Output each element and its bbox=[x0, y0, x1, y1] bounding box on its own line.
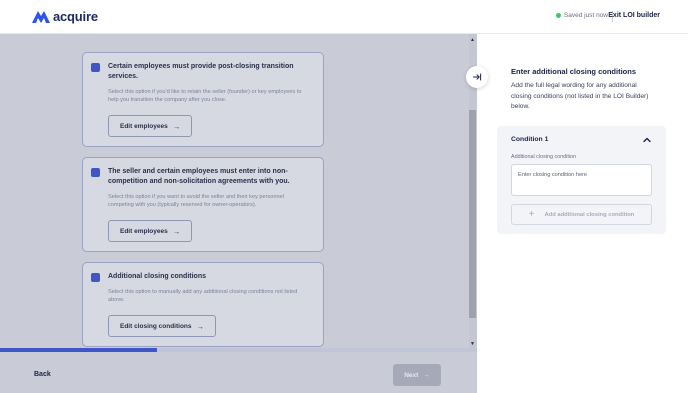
condition-card: Condition 1 Additional closing condition… bbox=[497, 126, 666, 234]
add-condition-button[interactable]: + Add additional closing condition bbox=[511, 204, 652, 225]
plus-icon: + bbox=[528, 209, 535, 220]
closing-condition-input[interactable] bbox=[511, 164, 652, 196]
logo-text: acquire bbox=[53, 9, 98, 24]
back-button[interactable]: Back bbox=[34, 371, 51, 378]
edit-employees-label: Edit employees bbox=[120, 227, 168, 235]
exit-loi-builder-link[interactable]: Exit LOI builder bbox=[608, 12, 660, 19]
next-button-label: Next bbox=[404, 371, 419, 379]
option-title: The seller and certain employees must en… bbox=[108, 168, 290, 185]
arrow-right-icon: → bbox=[172, 121, 181, 131]
collapse-panel-button[interactable] bbox=[466, 66, 488, 88]
condition-option-card[interactable]: The seller and certain employees must en… bbox=[82, 157, 324, 252]
scroll-up-arrow-icon[interactable]: ▲ bbox=[470, 37, 475, 43]
condition-title: Condition 1 bbox=[511, 136, 549, 143]
edit-employees-button[interactable]: Edit employees → bbox=[108, 220, 193, 242]
option-description: Select this option if you'd like to reta… bbox=[108, 89, 302, 103]
saved-status-text: Saved just now bbox=[563, 12, 608, 19]
option-checkbox[interactable] bbox=[91, 168, 100, 177]
chevron-up-icon[interactable] bbox=[642, 135, 652, 145]
edit-closing-conditions-label: Edit closing conditions bbox=[120, 322, 192, 330]
scroll-down-arrow-icon[interactable]: ▼ bbox=[470, 341, 475, 347]
option-checkbox[interactable] bbox=[91, 63, 100, 72]
saved-status-dot bbox=[555, 13, 561, 18]
panel-description: Add the full legal wording for any addit… bbox=[511, 82, 649, 110]
footer-nav: Back Next → bbox=[0, 352, 477, 393]
condition-option-card[interactable]: Certain employees must provide post-clos… bbox=[82, 52, 324, 147]
scrollbar-thumb[interactable] bbox=[469, 110, 476, 318]
edit-closing-conditions-button[interactable]: Edit closing conditions → bbox=[108, 315, 216, 337]
save-status: Saved just now bbox=[555, 12, 608, 19]
option-description: Select this option to manually add any a… bbox=[108, 289, 298, 303]
logo[interactable]: acquire bbox=[32, 9, 98, 24]
closing-conditions-panel: Enter additional closing conditions Add … bbox=[477, 34, 688, 393]
collapse-panel-icon bbox=[473, 73, 482, 81]
edit-employees-button[interactable]: Edit employees → bbox=[108, 115, 193, 137]
option-description: Select this option if you want to avoid … bbox=[108, 194, 284, 208]
condition-field-label: Additional closing condition bbox=[511, 154, 577, 160]
add-condition-label: Add additional closing condition bbox=[544, 211, 635, 218]
acquire-logo-icon bbox=[32, 10, 50, 23]
option-checkbox[interactable] bbox=[91, 273, 100, 282]
condition-option-card[interactable]: Additional closing conditions Select thi… bbox=[82, 262, 324, 347]
arrow-right-icon: → bbox=[423, 371, 430, 379]
panel-title: Enter additional closing conditions bbox=[511, 67, 637, 76]
option-title: Certain employees must provide post-clos… bbox=[108, 63, 294, 80]
conditions-list-pane: Certain employees must provide post-clos… bbox=[0, 34, 477, 349]
arrow-right-icon: → bbox=[172, 226, 181, 236]
top-header: acquire Saved just now Exit LOI builder bbox=[0, 0, 688, 34]
next-button[interactable]: Next → bbox=[393, 364, 441, 386]
edit-employees-label: Edit employees bbox=[120, 122, 168, 130]
arrow-right-icon: → bbox=[196, 321, 205, 331]
option-title: Additional closing conditions bbox=[108, 273, 206, 280]
